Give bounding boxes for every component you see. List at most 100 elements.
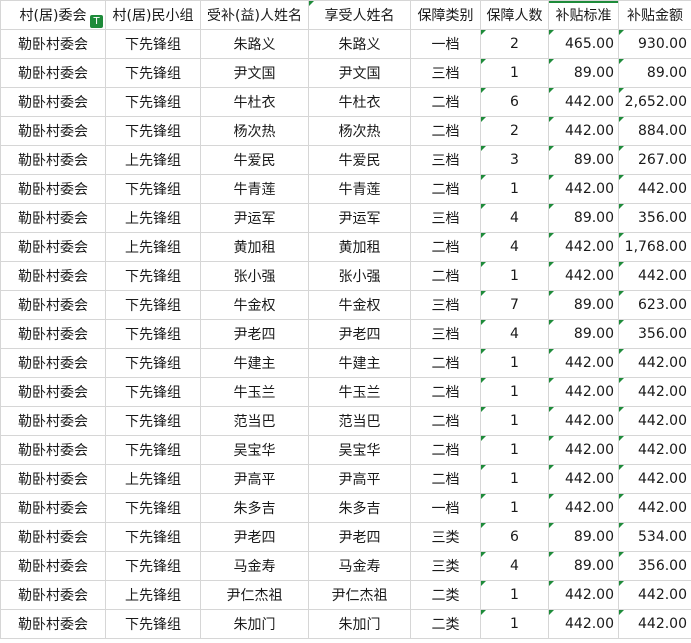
table-cell[interactable]: 465.00 bbox=[548, 29, 619, 59]
table-cell[interactable]: 下先锋组 bbox=[105, 609, 201, 639]
table-cell[interactable]: 牛杜衣 bbox=[308, 87, 411, 117]
table-cell[interactable]: 三类 bbox=[410, 522, 481, 552]
table-cell[interactable]: 1 bbox=[480, 435, 549, 465]
table-cell[interactable]: 442.00 bbox=[618, 609, 691, 639]
table-cell[interactable]: 下先锋组 bbox=[105, 58, 201, 88]
table-cell[interactable]: 89.00 bbox=[548, 203, 619, 233]
table-cell[interactable]: 三档 bbox=[410, 145, 481, 175]
table-cell[interactable]: 吴宝华 bbox=[308, 435, 411, 465]
table-cell[interactable]: 三类 bbox=[410, 551, 481, 581]
table-cell[interactable]: 牛金权 bbox=[200, 290, 309, 320]
table-cell[interactable]: 89.00 bbox=[548, 145, 619, 175]
header-cell-group[interactable]: 村(居)民小组 bbox=[105, 0, 201, 30]
table-cell[interactable]: 4 bbox=[480, 232, 549, 262]
table-cell[interactable]: 朱路义 bbox=[308, 29, 411, 59]
table-cell[interactable]: 1 bbox=[480, 174, 549, 204]
table-cell[interactable]: 二档 bbox=[410, 435, 481, 465]
table-cell[interactable]: 朱加门 bbox=[200, 609, 309, 639]
table-cell[interactable]: 范当巴 bbox=[200, 406, 309, 436]
table-cell[interactable]: 尹运军 bbox=[308, 203, 411, 233]
header-cell-standard[interactable]: 补贴标准 bbox=[548, 0, 619, 30]
table-cell[interactable]: 勒卧村委会 bbox=[0, 116, 106, 146]
table-cell[interactable]: 尹仁杰祖 bbox=[200, 580, 309, 610]
table-cell[interactable]: 马金寿 bbox=[308, 551, 411, 581]
table-cell[interactable]: 267.00 bbox=[618, 145, 691, 175]
table-cell[interactable]: 二类 bbox=[410, 609, 481, 639]
table-cell[interactable]: 上先锋组 bbox=[105, 145, 201, 175]
table-cell[interactable]: 下先锋组 bbox=[105, 435, 201, 465]
table-cell[interactable]: 尹仁杰祖 bbox=[308, 580, 411, 610]
table-cell[interactable]: 勒卧村委会 bbox=[0, 174, 106, 204]
table-cell[interactable]: 勒卧村委会 bbox=[0, 29, 106, 59]
table-cell[interactable]: 勒卧村委会 bbox=[0, 580, 106, 610]
table-cell[interactable]: 勒卧村委会 bbox=[0, 435, 106, 465]
table-cell[interactable]: 牛爱民 bbox=[200, 145, 309, 175]
table-cell[interactable]: 下先锋组 bbox=[105, 319, 201, 349]
table-cell[interactable]: 朱加门 bbox=[308, 609, 411, 639]
table-cell[interactable]: 二类 bbox=[410, 580, 481, 610]
header-cell-amount[interactable]: 补贴金额 bbox=[618, 0, 691, 30]
table-cell[interactable]: 二档 bbox=[410, 464, 481, 494]
filter-icon[interactable]: T bbox=[90, 15, 103, 28]
table-cell[interactable]: 牛玉兰 bbox=[308, 377, 411, 407]
header-cell-beneficiary[interactable]: 享受人姓名 bbox=[308, 0, 411, 30]
header-cell-count[interactable]: 保障人数 bbox=[480, 0, 549, 30]
table-cell[interactable]: 尹老四 bbox=[308, 319, 411, 349]
table-cell[interactable]: 尹运军 bbox=[200, 203, 309, 233]
table-cell[interactable]: 下先锋组 bbox=[105, 493, 201, 523]
table-cell[interactable]: 442.00 bbox=[548, 116, 619, 146]
table-cell[interactable]: 杨次热 bbox=[200, 116, 309, 146]
table-cell[interactable]: 下先锋组 bbox=[105, 551, 201, 581]
table-cell[interactable]: 黄加租 bbox=[308, 232, 411, 262]
header-cell-recipient[interactable]: 受补(益)人姓名 bbox=[200, 0, 309, 30]
table-cell[interactable]: 442.00 bbox=[548, 493, 619, 523]
table-cell[interactable]: 勒卧村委会 bbox=[0, 261, 106, 291]
table-cell[interactable]: 三档 bbox=[410, 203, 481, 233]
table-cell[interactable]: 上先锋组 bbox=[105, 464, 201, 494]
table-cell[interactable]: 二档 bbox=[410, 232, 481, 262]
table-cell[interactable]: 884.00 bbox=[618, 116, 691, 146]
table-cell[interactable]: 1 bbox=[480, 377, 549, 407]
table-cell[interactable]: 6 bbox=[480, 87, 549, 117]
table-cell[interactable]: 下先锋组 bbox=[105, 29, 201, 59]
table-cell[interactable]: 二档 bbox=[410, 174, 481, 204]
table-cell[interactable]: 下先锋组 bbox=[105, 377, 201, 407]
table-cell[interactable]: 上先锋组 bbox=[105, 232, 201, 262]
table-cell[interactable]: 尹老四 bbox=[200, 522, 309, 552]
table-cell[interactable]: 下先锋组 bbox=[105, 261, 201, 291]
table-cell[interactable]: 下先锋组 bbox=[105, 174, 201, 204]
table-cell[interactable]: 上先锋组 bbox=[105, 580, 201, 610]
table-cell[interactable]: 534.00 bbox=[618, 522, 691, 552]
table-cell[interactable]: 杨次热 bbox=[308, 116, 411, 146]
table-cell[interactable]: 2 bbox=[480, 116, 549, 146]
table-cell[interactable]: 张小强 bbox=[308, 261, 411, 291]
table-cell[interactable]: 1 bbox=[480, 493, 549, 523]
table-cell[interactable]: 尹老四 bbox=[308, 522, 411, 552]
table-cell[interactable]: 442.00 bbox=[548, 87, 619, 117]
table-cell[interactable]: 4 bbox=[480, 551, 549, 581]
table-cell[interactable]: 442.00 bbox=[618, 493, 691, 523]
table-cell[interactable]: 442.00 bbox=[618, 580, 691, 610]
table-cell[interactable]: 442.00 bbox=[548, 406, 619, 436]
table-cell[interactable]: 89.00 bbox=[548, 551, 619, 581]
table-cell[interactable]: 二档 bbox=[410, 377, 481, 407]
table-cell[interactable]: 二档 bbox=[410, 261, 481, 291]
table-cell[interactable]: 勒卧村委会 bbox=[0, 87, 106, 117]
table-cell[interactable]: 89.00 bbox=[548, 290, 619, 320]
table-cell[interactable]: 442.00 bbox=[548, 232, 619, 262]
table-cell[interactable]: 牛青莲 bbox=[200, 174, 309, 204]
table-cell[interactable]: 勒卧村委会 bbox=[0, 58, 106, 88]
header-cell-committee[interactable]: 村(居)委会 T bbox=[0, 0, 106, 30]
table-cell[interactable]: 356.00 bbox=[618, 319, 691, 349]
table-cell[interactable]: 442.00 bbox=[548, 435, 619, 465]
table-cell[interactable]: 356.00 bbox=[618, 551, 691, 581]
table-cell[interactable]: 牛爱民 bbox=[308, 145, 411, 175]
table-cell[interactable]: 勒卧村委会 bbox=[0, 551, 106, 581]
table-cell[interactable]: 442.00 bbox=[548, 174, 619, 204]
table-cell[interactable]: 勒卧村委会 bbox=[0, 522, 106, 552]
table-cell[interactable]: 牛建主 bbox=[308, 348, 411, 378]
table-cell[interactable]: 牛金权 bbox=[308, 290, 411, 320]
table-cell[interactable]: 623.00 bbox=[618, 290, 691, 320]
table-cell[interactable]: 2 bbox=[480, 29, 549, 59]
table-cell[interactable]: 二档 bbox=[410, 406, 481, 436]
